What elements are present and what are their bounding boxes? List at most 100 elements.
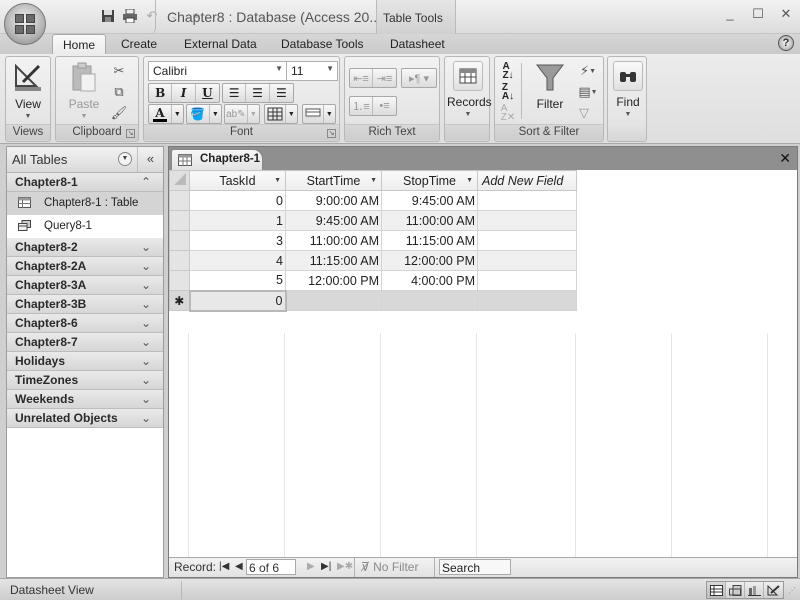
row-selector[interactable] <box>169 210 190 231</box>
expand-chevron-icon[interactable]: ⌄ <box>141 411 151 425</box>
cell-taskid[interactable]: 5 <box>189 270 286 291</box>
sort-ascending-icon[interactable]: A Z↓ <box>499 62 517 81</box>
fill-color-dropdown-icon[interactable]: ▼ <box>210 105 221 123</box>
save-icon[interactable] <box>100 8 116 24</box>
nav-group-header[interactable]: Chapter8-1 ⌃ <box>7 173 163 192</box>
nav-group-header[interactable]: Chapter8-2 ⌄ <box>7 238 163 257</box>
expand-chevron-icon[interactable]: ⌄ <box>141 392 151 406</box>
maximize-button[interactable]: ☐ <box>752 6 764 22</box>
sort-descending-icon[interactable]: Z A↓ <box>499 83 517 102</box>
copy-icon[interactable]: ⧉ <box>110 83 128 101</box>
nav-item-table[interactable]: Chapter8-1 : Table <box>7 192 163 215</box>
gridlines-button[interactable]: ▼ <box>264 104 298 124</box>
align-left-icon[interactable]: ☰ <box>223 84 247 102</box>
cell-taskid[interactable]: 0 <box>189 190 286 211</box>
row-selector[interactable] <box>169 190 190 211</box>
alternate-fill-dropdown-icon[interactable]: ▼ <box>248 105 259 123</box>
current-record-field[interactable]: 6 of 6 <box>246 559 296 575</box>
row-selector[interactable] <box>169 230 190 251</box>
nav-group-header[interactable]: Unrelated Objects ⌄ <box>7 409 163 428</box>
datasheet-format-button[interactable]: ▼ <box>302 104 336 124</box>
filter-button[interactable]: Filter <box>529 61 571 111</box>
fill-color-button[interactable]: 🪣 ▼ <box>186 104 222 124</box>
nav-group-header[interactable]: Chapter8-7 ⌄ <box>7 333 163 352</box>
collapse-chevron-icon[interactable]: ⌃ <box>141 175 151 189</box>
pivot-chart-view-icon[interactable] <box>745 582 764 598</box>
align-right-icon[interactable]: ☰ <box>270 84 293 102</box>
font-name-combo[interactable]: Calibri ▼ <box>148 61 287 81</box>
shutter-bar-collapse-icon[interactable]: « <box>137 147 163 172</box>
help-icon[interactable]: ? <box>778 35 794 51</box>
alternate-fill-button[interactable]: ab✎ ▼ <box>224 104 260 124</box>
nav-group-header[interactable]: TimeZones ⌄ <box>7 371 163 390</box>
cell-starttime[interactable]: 11:15:00 AM <box>285 250 382 271</box>
first-record-button[interactable]: |◀ <box>219 561 229 572</box>
tab-home[interactable]: Home <box>52 34 107 55</box>
close-document-icon[interactable]: ✕ <box>779 150 791 167</box>
font-size-combo[interactable]: 11 ▼ <box>286 61 338 81</box>
nav-group-header[interactable]: Chapter8-2A ⌄ <box>7 257 163 276</box>
tab-create[interactable]: Create <box>121 34 157 54</box>
cell-stoptime[interactable]: 12:00:00 PM <box>381 250 478 271</box>
minimize-button[interactable]: _ <box>724 6 736 22</box>
cell-taskid[interactable]: 4 <box>189 250 286 271</box>
nav-group-header[interactable]: Weekends ⌄ <box>7 390 163 409</box>
paragraph-direction-button[interactable]: ▸¶ ▾ <box>401 68 437 88</box>
nav-group-header[interactable]: Chapter8-3A ⌄ <box>7 276 163 295</box>
font-color-button[interactable]: A ▼ <box>148 104 184 124</box>
bulleted-list-icon[interactable]: •≡ <box>373 97 396 115</box>
cell-empty[interactable] <box>285 290 382 311</box>
cell-starttime[interactable]: 9:00:00 AM <box>285 190 382 211</box>
decrease-indent-icon[interactable]: ⇤≡ <box>350 69 374 87</box>
cell-starttime[interactable]: 11:00:00 AM <box>285 230 382 251</box>
filter-status-button[interactable]: ⊽̸ No Filter <box>361 560 418 574</box>
gridlines-dropdown-icon[interactable]: ▼ <box>286 105 297 123</box>
italic-button[interactable]: I <box>172 84 196 102</box>
next-record-button[interactable]: ▶ <box>307 561 315 572</box>
cell-empty[interactable] <box>381 290 478 311</box>
expand-chevron-icon[interactable]: ⌄ <box>141 278 151 292</box>
cell-empty[interactable] <box>477 290 577 311</box>
font-dialog-launcher[interactable]: ↘ <box>327 129 336 138</box>
expand-chevron-icon[interactable]: ⌄ <box>141 373 151 387</box>
clear-sort-icon[interactable]: A Z✕ <box>499 104 517 123</box>
cell-taskid[interactable]: 0 <box>188 289 287 312</box>
column-header-starttime[interactable]: StartTime ▼ <box>285 170 382 191</box>
expand-chevron-icon[interactable]: ⌄ <box>141 297 151 311</box>
row-selector[interactable] <box>169 250 190 271</box>
tab-external-data[interactable]: External Data <box>184 34 257 54</box>
advanced-filter-icon[interactable]: ▤ ▼ <box>575 83 601 101</box>
cell-starttime[interactable]: 9:45:00 AM <box>285 210 382 231</box>
tab-datasheet[interactable]: Datasheet <box>390 34 445 54</box>
nav-pane-header[interactable]: All Tables ▼ « <box>7 147 163 173</box>
new-record-button[interactable]: ▶✱ <box>337 561 353 572</box>
print-icon[interactable] <box>122 8 138 24</box>
previous-record-button[interactable]: ◀ <box>235 561 243 572</box>
view-button[interactable]: View ▼ <box>10 61 46 120</box>
underline-button[interactable]: U <box>196 84 219 102</box>
font-color-dropdown-icon[interactable]: ▼ <box>172 105 183 123</box>
cut-icon[interactable]: ✂ <box>110 62 128 80</box>
column-header-taskid[interactable]: TaskId ▼ <box>189 170 286 191</box>
tab-database-tools[interactable]: Database Tools <box>281 34 364 54</box>
design-view-icon[interactable] <box>764 582 783 598</box>
expand-chevron-icon[interactable]: ⌄ <box>141 316 151 330</box>
row-selector[interactable] <box>169 270 190 291</box>
nav-group-header[interactable]: Chapter8-6 ⌄ <box>7 314 163 333</box>
cell-stoptime[interactable]: 4:00:00 PM <box>381 270 478 291</box>
paste-button[interactable]: Paste ▼ <box>64 61 104 120</box>
cell-stoptime[interactable]: 11:00:00 AM <box>381 210 478 231</box>
new-record-marker-icon[interactable]: ✱ <box>169 290 190 311</box>
toggle-filter-icon[interactable]: ▽ <box>575 104 593 122</box>
clipboard-dialog-launcher[interactable]: ↘ <box>126 129 135 138</box>
column-header-stoptime[interactable]: StopTime ▼ <box>381 170 478 191</box>
selection-filter-icon[interactable]: ⚡ ▼ <box>575 62 601 80</box>
office-button[interactable] <box>4 3 46 45</box>
cell-taskid[interactable]: 1 <box>189 210 286 231</box>
nav-group-header[interactable]: Chapter8-3B ⌄ <box>7 295 163 314</box>
document-tab-chapter8-1[interactable]: Chapter8-1 <box>171 149 263 171</box>
cell-add-new-field[interactable] <box>477 250 577 271</box>
search-box[interactable]: Search <box>439 559 511 575</box>
pivot-table-view-icon[interactable] <box>726 582 745 598</box>
cell-taskid[interactable]: 3 <box>189 230 286 251</box>
